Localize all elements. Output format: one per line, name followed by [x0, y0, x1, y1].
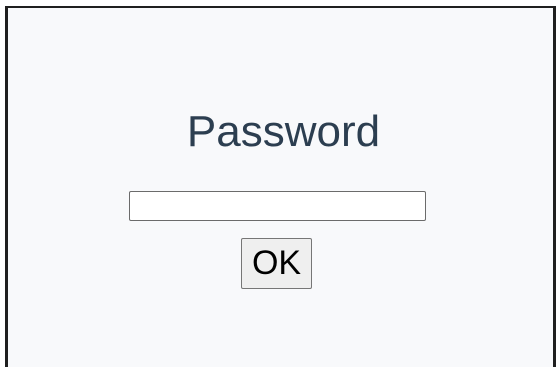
password-input[interactable] — [129, 191, 426, 221]
password-dialog: Password OK — [5, 6, 556, 367]
ok-button[interactable]: OK — [241, 238, 312, 289]
dialog-title: Password — [186, 107, 381, 156]
